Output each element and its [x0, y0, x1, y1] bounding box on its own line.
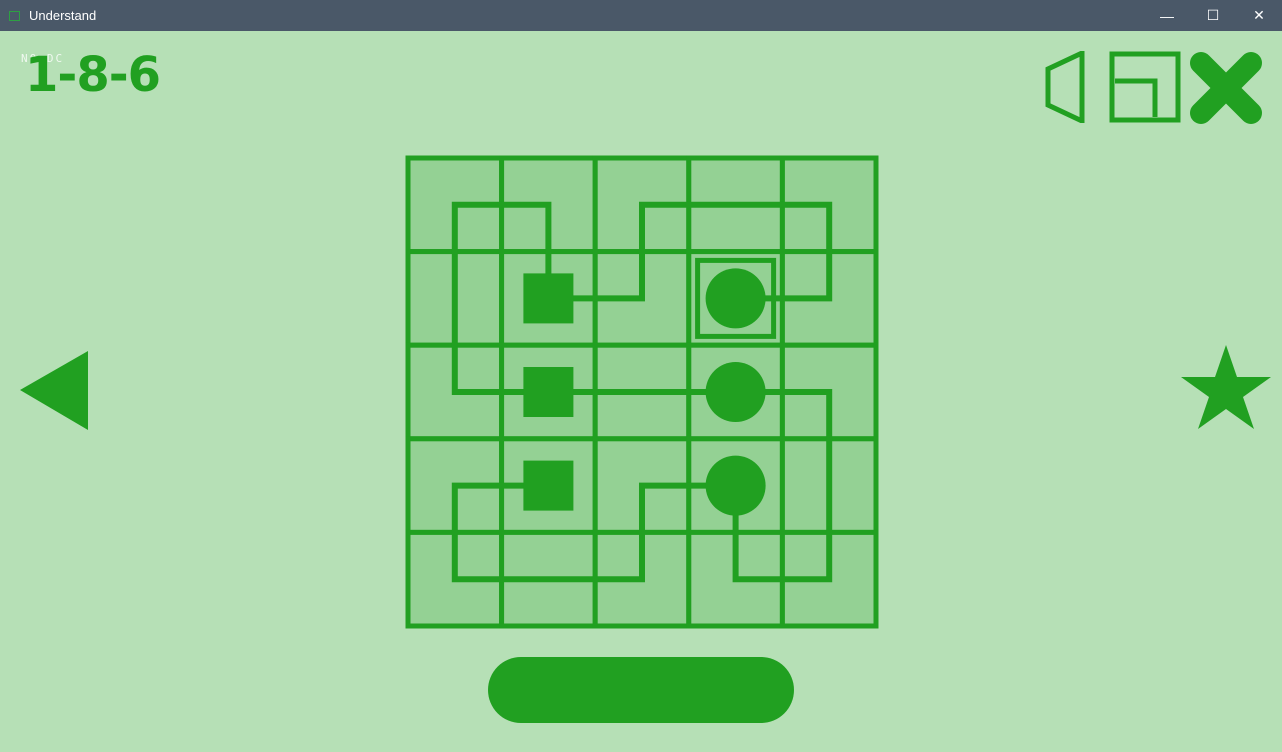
- circle-node[interactable]: [705, 362, 766, 422]
- speaker-muted-icon[interactable]: [1044, 51, 1086, 123]
- window-mode-icon[interactable]: [1109, 51, 1183, 123]
- square-node[interactable]: [523, 460, 574, 511]
- close-x-icon[interactable]: [1189, 51, 1263, 125]
- square-node[interactable]: [523, 273, 574, 324]
- maximize-button[interactable]: ☐: [1190, 0, 1236, 31]
- square-node[interactable]: [523, 367, 574, 417]
- previous-arrow-icon[interactable]: [19, 350, 91, 432]
- game-area: NO DC 1-8-6: [1, 31, 1281, 751]
- app-icon: [9, 10, 20, 21]
- action-button[interactable]: [488, 657, 794, 723]
- minimize-button[interactable]: —: [1144, 0, 1190, 31]
- circle-node[interactable]: [705, 268, 766, 329]
- star-icon[interactable]: [1179, 343, 1273, 431]
- window-title: Understand: [29, 8, 97, 23]
- circle-node[interactable]: [705, 455, 766, 516]
- window-titlebar[interactable]: Understand — ☐ ✕: [0, 0, 1282, 31]
- close-button[interactable]: ✕: [1236, 0, 1282, 31]
- puzzle-board[interactable]: [405, 155, 879, 629]
- level-label: 1-8-6: [25, 47, 161, 103]
